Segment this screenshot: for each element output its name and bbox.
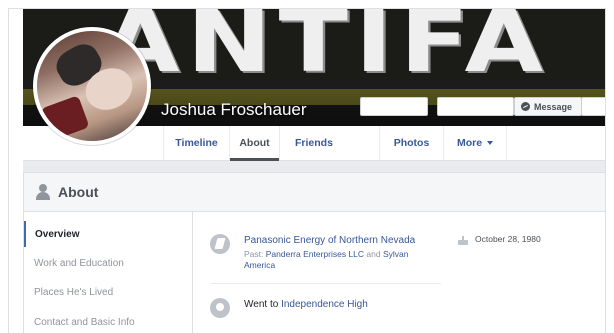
person-icon <box>36 184 50 200</box>
tab-more-label: More <box>456 137 483 149</box>
tab-about[interactable]: About <box>229 126 279 161</box>
past-employers: Past: Panderra Enterprises LLC and Sylva… <box>244 249 434 271</box>
side-nav-work-education[interactable]: Work and Education <box>24 250 193 276</box>
cover-action-button-2[interactable] <box>437 97 514 116</box>
past-employer-link-1[interactable]: Panderra Enterprises LLC <box>266 249 364 259</box>
school-link[interactable]: Independence High <box>281 299 368 310</box>
cover-action-button-1[interactable] <box>360 97 428 116</box>
more-options-button[interactable] <box>581 97 605 116</box>
birthday-cake-icon <box>458 236 468 245</box>
side-nav-places-lived[interactable]: Places He's Lived <box>24 279 193 305</box>
tab-timeline[interactable]: Timeline <box>163 126 229 160</box>
messenger-icon <box>521 102 530 111</box>
tab-more[interactable]: More <box>443 126 507 160</box>
about-body: Overview Work and Education Places He's … <box>23 212 605 333</box>
education-line: Went to Independence High <box>244 299 368 310</box>
about-side-nav: Overview Work and Education Places He's … <box>24 212 193 333</box>
cover-text: ANTIFA <box>101 9 551 92</box>
current-employer-link[interactable]: Panasonic Energy of Northern Nevada <box>244 235 415 246</box>
about-header: About <box>23 172 605 212</box>
divider <box>210 283 441 284</box>
profile-frame: ANTIFA Joshua Froschauer Message Timelin… <box>8 8 606 333</box>
avatar[interactable] <box>33 27 151 145</box>
briefcase-icon <box>210 234 230 254</box>
graduation-icon <box>210 298 230 318</box>
message-button-label: Message <box>534 101 573 112</box>
education-prefix: Went to <box>244 299 279 310</box>
tab-photos[interactable]: Photos <box>379 126 443 160</box>
tab-friends[interactable]: Friends <box>279 126 379 160</box>
side-nav-overview[interactable]: Overview <box>24 221 193 247</box>
message-button[interactable]: Message <box>514 97 582 116</box>
caret-down-icon <box>487 141 494 145</box>
past-prefix: Past: <box>244 249 264 259</box>
side-nav-contact-info[interactable]: Contact and Basic Info <box>24 309 193 333</box>
past-and: and <box>366 249 381 259</box>
birthday-text: October 28, 1980 <box>475 234 541 244</box>
about-title: About <box>58 184 99 200</box>
profile-name[interactable]: Joshua Froschauer <box>161 100 307 120</box>
